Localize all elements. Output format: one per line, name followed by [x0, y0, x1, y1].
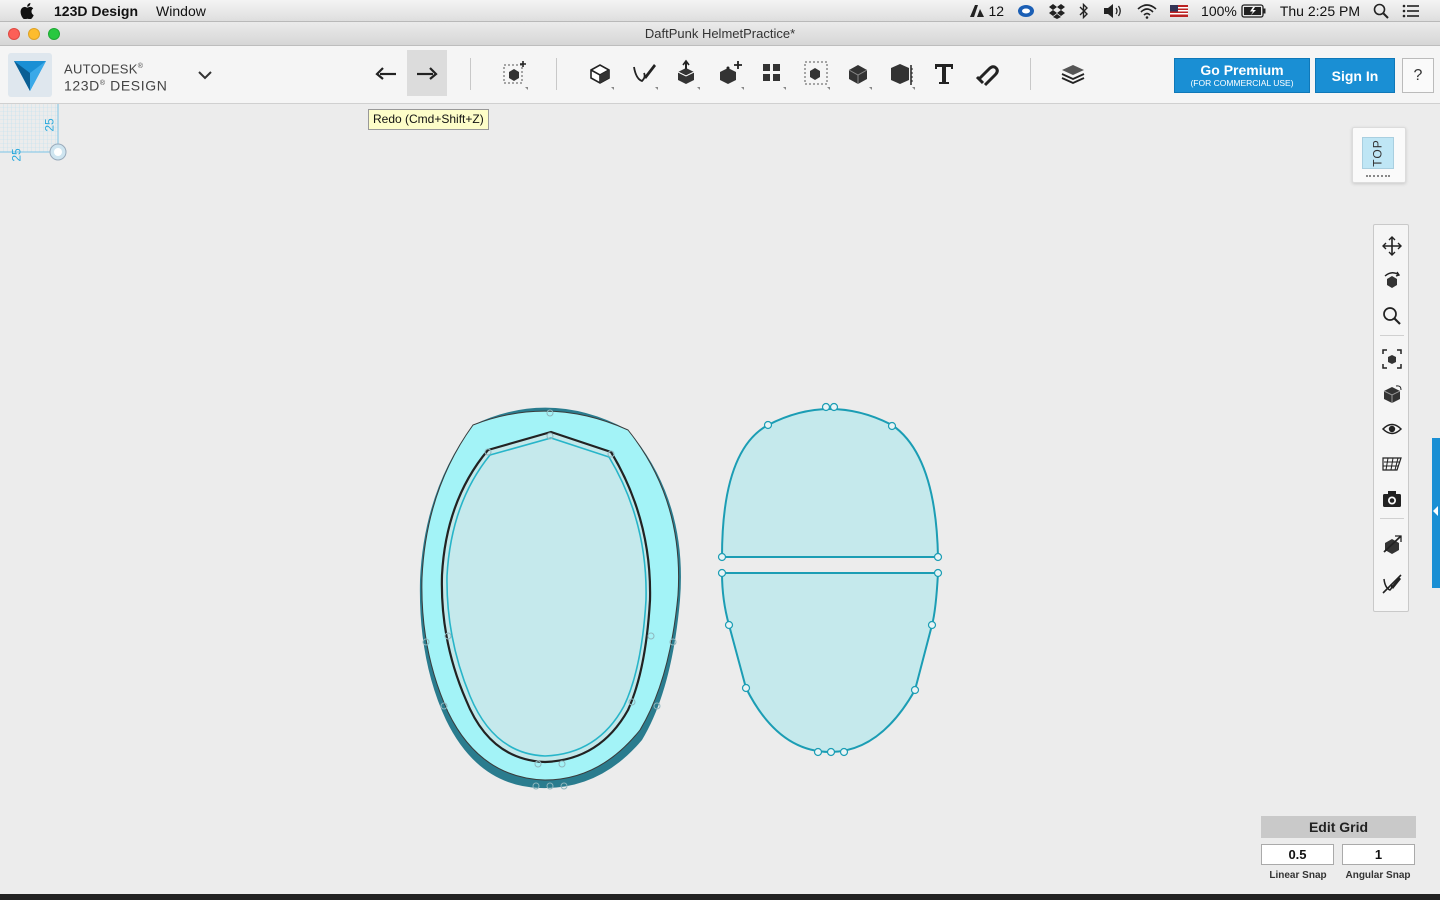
app-menu[interactable]: 123D Design — [54, 3, 138, 19]
primitives-icon — [590, 64, 610, 84]
toolbar-divider — [556, 58, 557, 90]
minimize-window-button[interactable] — [28, 28, 40, 40]
view-cube-top-face[interactable]: TOP — [1362, 137, 1394, 169]
pattern-icon — [763, 64, 780, 81]
window-menu[interactable]: Window — [156, 3, 206, 19]
notification-center-icon[interactable] — [1402, 4, 1420, 18]
fit-icon — [1382, 349, 1402, 369]
perspective-icon — [1383, 385, 1402, 403]
app-menu-chevron-icon[interactable] — [196, 68, 214, 82]
orbit-button[interactable] — [1379, 268, 1405, 294]
window-bottom-edge — [0, 894, 1440, 900]
sync-icon[interactable] — [1017, 4, 1035, 18]
zoom-button[interactable] — [1379, 303, 1405, 329]
spotlight-icon[interactable] — [1373, 3, 1389, 19]
sketch-icon — [633, 64, 656, 83]
linear-snap-input[interactable]: 0.5 — [1261, 844, 1334, 865]
apple-icon[interactable] — [20, 2, 36, 19]
sketch-visibility-icon — [1382, 574, 1402, 594]
clock[interactable]: Thu 2:25 PM — [1280, 3, 1360, 19]
modify-icon — [720, 61, 742, 84]
solid-visibility-icon — [1383, 535, 1402, 554]
toolbar-divider — [1030, 58, 1031, 90]
sign-in-button[interactable]: Sign In — [1315, 58, 1395, 93]
camera-icon — [1383, 491, 1401, 507]
navigation-bar — [1373, 224, 1409, 612]
perspective-button[interactable] — [1379, 381, 1405, 407]
redo-button[interactable] — [407, 50, 447, 96]
text-icon — [935, 64, 953, 84]
visibility-button[interactable] — [1379, 416, 1405, 442]
wifi-icon[interactable] — [1137, 3, 1157, 19]
upper-sketch-profile[interactable] — [717, 402, 943, 562]
panel-expand-arrow-icon[interactable] — [1433, 506, 1438, 516]
design-canvas[interactable] — [0, 104, 1440, 894]
angular-snap-input[interactable]: 1 — [1342, 844, 1415, 865]
transform-tool-button[interactable] — [494, 50, 534, 96]
zoom-icon — [1383, 307, 1401, 325]
navbar-divider — [1380, 518, 1404, 519]
help-button[interactable]: ? — [1402, 58, 1434, 93]
grid-view-icon — [1382, 457, 1402, 471]
snap-button[interactable] — [967, 50, 1007, 96]
material-layers-icon — [1061, 65, 1085, 84]
edit-grid-button[interactable]: Edit Grid — [1261, 816, 1416, 838]
construct-icon — [677, 59, 695, 84]
undo-button[interactable] — [366, 50, 406, 96]
angular-snap-label: Angular Snap — [1345, 870, 1411, 881]
transform-icon — [503, 61, 526, 84]
pan-button[interactable] — [1379, 233, 1405, 259]
show-sketches-button[interactable] — [1379, 571, 1405, 597]
bluetooth-icon[interactable] — [1079, 3, 1089, 19]
undo-icon — [375, 67, 396, 80]
window-titlebar: DaftPunk HelmetPractice* — [0, 22, 1440, 46]
combine-icon — [848, 65, 868, 84]
dropbox-icon[interactable] — [1048, 3, 1066, 19]
view-cube[interactable]: TOP — [1352, 127, 1406, 183]
brand-wordmark: AUTODESK® 123D® DESIGN — [64, 61, 168, 94]
text-tool-button[interactable] — [924, 50, 964, 96]
construct-button[interactable] — [666, 50, 706, 96]
adobe-badge: 12 — [988, 3, 1005, 19]
linear-snap-label: Linear Snap — [1269, 870, 1327, 881]
close-window-button[interactable] — [8, 28, 20, 40]
toolbar-divider — [470, 58, 471, 90]
measure-button[interactable] — [881, 50, 921, 96]
go-premium-button[interactable]: Go Premium (FOR COMMERCIAL USE) — [1174, 58, 1310, 93]
main-toolbar: AUTODESK® 123D® DESIGN Go Premium (FOR C… — [0, 46, 1440, 104]
edit-grid-panel: Edit Grid 0.5 1 Linear Snap Angular Snap — [1261, 816, 1417, 886]
grouping-button[interactable] — [796, 50, 836, 96]
adobe-icon[interactable]: 12 — [969, 3, 1004, 19]
us-flag-icon[interactable] — [1170, 5, 1189, 17]
lower-sketch-profile[interactable] — [717, 568, 943, 757]
redo-icon — [417, 67, 438, 80]
menu-bar: 123D Design Window 12 100% Thu 2:25 PM — [0, 0, 1440, 22]
measure-icon — [891, 64, 913, 85]
primitives-button[interactable] — [580, 50, 620, 96]
view-cube-more-icon[interactable] — [1366, 175, 1390, 179]
sketch-button[interactable] — [624, 50, 664, 96]
screenshot-button[interactable] — [1379, 486, 1405, 512]
fit-selected-button[interactable] — [1379, 346, 1405, 372]
modify-button[interactable] — [710, 50, 750, 96]
snap-magnet-icon — [975, 65, 999, 87]
battery-status[interactable]: 100% — [1201, 3, 1267, 19]
show-solids-button[interactable] — [1379, 531, 1405, 557]
grouping-icon — [804, 61, 828, 85]
fullscreen-window-button[interactable] — [48, 28, 60, 40]
battery-icon — [1241, 4, 1266, 18]
orbit-icon — [1384, 271, 1401, 288]
window-title: DaftPunk HelmetPractice* — [644, 26, 796, 41]
navbar-divider — [1380, 335, 1404, 336]
eye-icon — [1381, 423, 1403, 435]
volume-icon[interactable] — [1102, 3, 1124, 19]
pan-icon — [1382, 236, 1402, 256]
material-button[interactable] — [1053, 50, 1093, 96]
grid-view-button[interactable] — [1379, 451, 1405, 477]
combine-button[interactable] — [838, 50, 878, 96]
app-logo-icon[interactable] — [8, 53, 52, 97]
pattern-button[interactable] — [752, 50, 792, 96]
